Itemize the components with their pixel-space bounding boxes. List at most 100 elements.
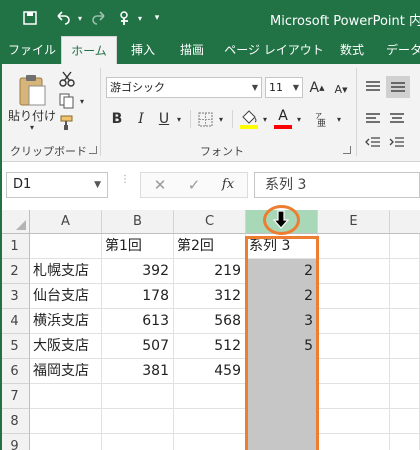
cell-c9[interactable] (174, 434, 246, 450)
cell-f8[interactable] (390, 409, 420, 434)
cell-b7[interactable] (102, 384, 174, 409)
cell-f9[interactable] (390, 434, 420, 450)
row-header-7[interactable]: 7 (0, 384, 30, 409)
cell-a2[interactable]: 札幌支店 (30, 259, 102, 284)
align-middle-icon[interactable] (386, 76, 410, 98)
formula-input[interactable]: 系列 3 (254, 172, 420, 198)
undo-dropdown-icon[interactable]: ▾ (76, 8, 84, 28)
cell-c1[interactable]: 第2回 (174, 234, 246, 259)
cell-a7[interactable] (30, 384, 102, 409)
row-header-8[interactable]: 8 (0, 409, 30, 434)
cell-c5[interactable]: 512 (174, 334, 246, 359)
format-painter-icon[interactable] (58, 114, 76, 132)
cell-e9[interactable] (318, 434, 390, 450)
cell-e4[interactable] (318, 309, 390, 334)
cell-f3[interactable] (390, 284, 420, 309)
cell-b9[interactable] (102, 434, 174, 450)
enter-icon[interactable]: ✓ (179, 173, 209, 197)
cell-e2[interactable] (318, 259, 390, 284)
column-header-c[interactable]: C (174, 210, 246, 234)
cell-b6[interactable]: 381 (102, 359, 174, 384)
cell-a8[interactable] (30, 409, 102, 434)
decrease-indent-icon[interactable] (364, 134, 382, 150)
font-dialog-launcher-icon[interactable] (343, 146, 351, 154)
touch-mode-icon[interactable] (114, 8, 136, 28)
cell-c2[interactable]: 219 (174, 259, 246, 284)
font-size-box[interactable]: 11 ▼ (265, 77, 303, 98)
cell-a6[interactable]: 福岡支店 (30, 359, 102, 384)
tab-insert[interactable]: 挿入 (124, 36, 162, 64)
cell-e7[interactable] (318, 384, 390, 409)
grow-font-button[interactable]: A ▲ (308, 77, 326, 98)
row-header-9[interactable]: 9 (0, 434, 30, 450)
customize-qat-icon[interactable]: ▾ (150, 8, 164, 28)
row-header-6[interactable]: 6 (0, 359, 30, 384)
paste-dropdown-icon[interactable]: ▾ (26, 122, 38, 132)
bold-button[interactable]: B (108, 108, 126, 130)
borders-dropdown-icon[interactable]: ▾ (216, 112, 226, 126)
undo-icon[interactable] (50, 8, 76, 28)
save-icon[interactable] (20, 8, 40, 28)
tab-draw[interactable]: 描画 (172, 36, 212, 64)
cell-a5[interactable]: 大阪支店 (30, 334, 102, 359)
column-header-b[interactable]: B (102, 210, 174, 234)
clipboard-dialog-launcher-icon[interactable] (89, 146, 97, 154)
name-box-dropdown-icon[interactable]: ▼ (94, 173, 101, 197)
tab-page-layout[interactable]: ページ レイアウト (224, 36, 324, 64)
cell-c4[interactable]: 568 (174, 309, 246, 334)
font-color-button[interactable]: A (272, 107, 294, 131)
cell-b2[interactable]: 392 (102, 259, 174, 284)
tab-file[interactable]: ファイル (8, 36, 56, 64)
row-header-2[interactable]: 2 (0, 259, 30, 284)
cell-f4[interactable] (390, 309, 420, 334)
cell-e8[interactable] (318, 409, 390, 434)
increase-indent-icon[interactable] (388, 134, 406, 150)
cell-f7[interactable] (390, 384, 420, 409)
cell-b3[interactable]: 178 (102, 284, 174, 309)
cell-f2[interactable] (390, 259, 420, 284)
cut-icon[interactable] (58, 70, 76, 88)
cell-b4[interactable]: 613 (102, 309, 174, 334)
align-center-icon[interactable] (388, 110, 406, 128)
fill-color-icon[interactable] (238, 107, 260, 131)
fill-color-dropdown-icon[interactable]: ▾ (260, 112, 270, 126)
underline-dropdown-icon[interactable]: ▾ (174, 112, 184, 126)
font-name-box[interactable]: 游ゴシック ▼ (106, 77, 262, 98)
font-color-dropdown-icon[interactable]: ▾ (294, 112, 304, 126)
cell-f6[interactable] (390, 359, 420, 384)
name-box[interactable]: D1 ▼ (6, 172, 108, 198)
row-header-1[interactable]: 1 (0, 234, 30, 259)
cell-a3[interactable]: 仙台支店 (30, 284, 102, 309)
cell-c6[interactable]: 459 (174, 359, 246, 384)
cell-c7[interactable] (174, 384, 246, 409)
underline-button[interactable]: U (155, 108, 173, 130)
phonetic-guide-icon[interactable]: ア亜 (312, 109, 334, 129)
cell-c8[interactable] (174, 409, 246, 434)
tab-home[interactable]: ホーム (61, 36, 117, 64)
cell-f1[interactable] (390, 234, 420, 259)
touch-mode-dropdown-icon[interactable]: ▾ (136, 8, 144, 28)
row-header-3[interactable]: 3 (0, 284, 30, 309)
cell-b8[interactable] (102, 409, 174, 434)
borders-icon[interactable] (196, 109, 214, 129)
align-top-icon[interactable] (364, 78, 382, 96)
paste-icon[interactable] (14, 72, 50, 108)
redo-icon[interactable] (88, 8, 110, 28)
cell-a9[interactable] (30, 434, 102, 450)
copy-icon[interactable] (58, 92, 76, 110)
formula-bar-grip-icon[interactable]: ⋮ (120, 175, 130, 192)
row-header-4[interactable]: 4 (0, 309, 30, 334)
cell-e5[interactable] (318, 334, 390, 359)
column-header-a[interactable]: A (30, 210, 102, 234)
cell-e6[interactable] (318, 359, 390, 384)
cell-e1[interactable] (318, 234, 390, 259)
cell-a1[interactable] (30, 234, 102, 259)
cell-c3[interactable]: 312 (174, 284, 246, 309)
shrink-font-button[interactable]: A ▼ (332, 79, 350, 100)
select-all-button[interactable] (0, 210, 30, 234)
cell-f5[interactable] (390, 334, 420, 359)
cell-e3[interactable] (318, 284, 390, 309)
copy-dropdown-icon[interactable]: ▾ (78, 96, 86, 106)
tab-data[interactable]: データ (384, 36, 420, 64)
cell-a4[interactable]: 横浜支店 (30, 309, 102, 334)
